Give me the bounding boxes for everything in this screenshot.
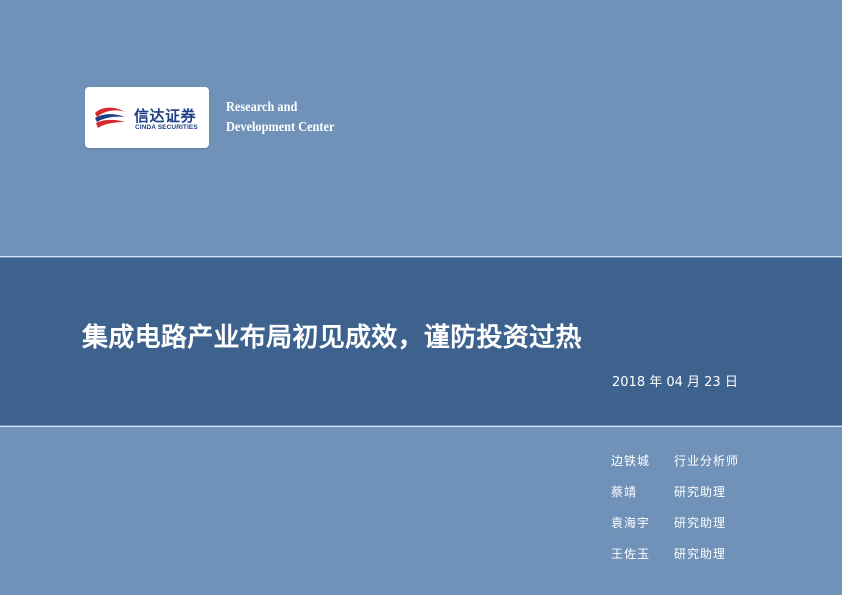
author-role: 研究助理	[674, 485, 727, 499]
brand-name-cn: 信达证券	[134, 107, 197, 125]
author-role: 研究助理	[674, 516, 727, 530]
author-name: 王佐玉	[611, 547, 651, 561]
band-divider-top	[0, 256, 842, 257]
author-name: 袁海宇	[611, 516, 651, 530]
report-date: 2018 年 04 月 23 日	[612, 375, 738, 390]
report-title: 集成电路产业布局初见成效，谨防投资过热	[82, 323, 582, 353]
author-role: 行业分析师	[674, 454, 740, 468]
author-name: 边铁城	[611, 454, 651, 468]
author-role: 研究助理	[674, 547, 727, 561]
research-center-name: Research and Development Center	[226, 98, 334, 138]
band-divider-bottom	[0, 426, 842, 427]
brand-name-en: CINDA SECURITIES	[135, 124, 198, 131]
cinda-swoosh-icon	[95, 107, 125, 128]
author-name: 蔡靖	[611, 485, 638, 499]
research-center-line1: Research and	[226, 100, 298, 115]
brand-logo: 信达证券 CINDA SECURITIES	[85, 87, 209, 148]
research-center-line2: Development Center	[226, 120, 335, 135]
